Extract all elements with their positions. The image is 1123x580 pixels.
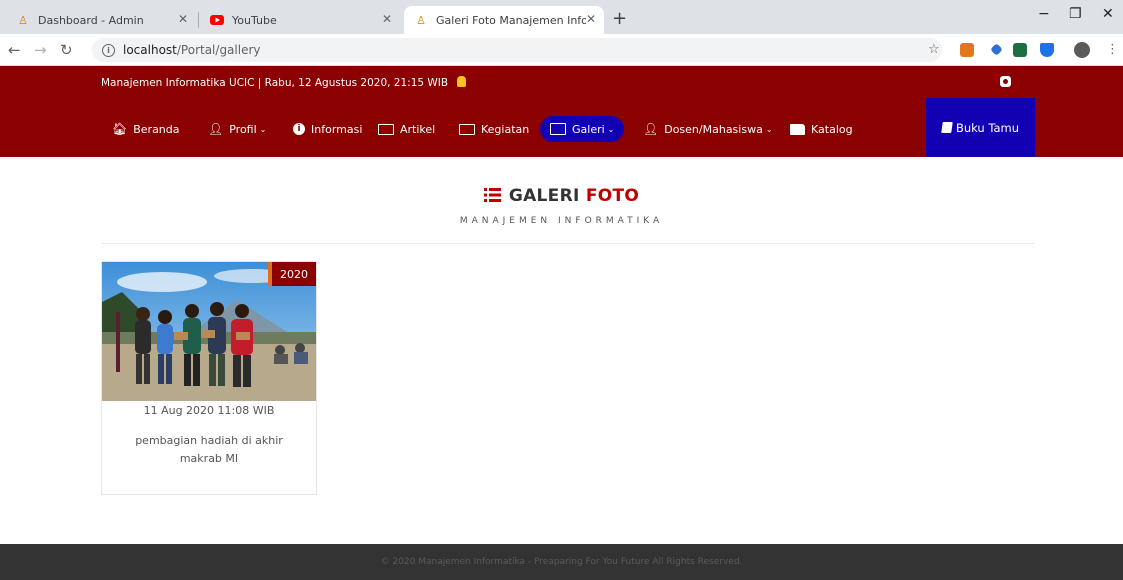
nav-label: Profil <box>229 122 257 136</box>
folder-icon <box>790 123 805 135</box>
year-badge: 2020 <box>268 262 316 286</box>
browser-tab-gallery[interactable]: ♙ Galeri Foto Manajemen Informati ✕ <box>404 6 604 34</box>
browser-tab-strip: ♙ Dashboard - Admin ✕ YouTube ✕ ♙ Galeri… <box>0 0 1123 34</box>
ethereum-extension-icon[interactable] <box>990 43 1003 56</box>
nav-item-profil[interactable]: 👤︎ Profil ⌄ <box>208 116 266 142</box>
page-title: GALERI FOTO <box>0 186 1123 206</box>
site-footer: © 2020 Manajemen Informatika - Preaparin… <box>0 544 1123 580</box>
profile-avatar-icon[interactable] <box>1074 42 1090 58</box>
browser-tab-dashboard[interactable]: ♙ Dashboard - Admin ✕ <box>6 6 196 34</box>
close-icon[interactable]: ✕ <box>382 12 392 26</box>
gallery-card[interactable]: 2020 11 Aug 2020 11:08 WIB pembagian had… <box>101 261 317 495</box>
user-icon: 👤︎ <box>643 122 659 136</box>
nav-label: Katalog <box>811 122 853 136</box>
tab-separator <box>198 12 199 28</box>
reload-icon[interactable]: ↻ <box>60 41 73 59</box>
nav-item-galeri[interactable]: Galeri ⌄ <box>540 116 625 142</box>
gallery-photo[interactable]: 2020 <box>102 262 316 401</box>
footer-text: © 2020 Manajemen Informatika - Preaparin… <box>380 557 743 567</box>
site-header: Manajemen Informatika UCIC | Rabu, 12 Ag… <box>0 66 1123 157</box>
url-host: localhost <box>123 43 177 57</box>
browser-toolbar: ← → ↻ i localhost/Portal/gallery ☆ ⋮ <box>0 34 1123 66</box>
header-info: Manajemen Informatika UCIC | Rabu, 12 Ag… <box>101 76 467 89</box>
minimize-icon[interactable]: − <box>1038 6 1050 22</box>
guestbook-button[interactable]: Buku Tamu <box>926 98 1035 157</box>
more-vertical-icon[interactable]: ⋮ <box>1106 42 1119 57</box>
close-icon[interactable]: ✕ <box>178 12 188 26</box>
excel-extension-icon[interactable] <box>1013 43 1027 57</box>
instagram-icon[interactable] <box>1000 76 1011 87</box>
nav-item-katalog[interactable]: Katalog <box>790 116 853 142</box>
nav-item-informasi[interactable]: i Informasi <box>293 116 362 142</box>
site-logo-icon: ♙ <box>416 13 426 27</box>
title-accent: FOTO <box>585 186 640 206</box>
close-icon[interactable]: ✕ <box>586 12 596 26</box>
guestbook-label: Buku Tamu <box>955 120 1020 135</box>
nav-label: Dosen/Mahasiswa <box>664 122 763 136</box>
info-icon: i <box>293 123 305 135</box>
page-heading: GALERI FOTO MANAJEMEN INFORMATIKA <box>0 186 1123 226</box>
chevron-down-icon: ⌄ <box>607 124 615 134</box>
graduation-cap-extension-icon[interactable] <box>1040 43 1054 57</box>
nav-label: Beranda <box>133 122 180 136</box>
newspaper-icon <box>378 123 394 135</box>
card-date: 11 Aug 2020 11:08 WIB <box>143 404 275 417</box>
back-arrow-icon[interactable]: ← <box>8 41 21 59</box>
page-subtitle: MANAJEMEN INFORMATIKA <box>459 216 664 226</box>
tab-title: Galeri Foto Manajemen Informati <box>436 13 586 27</box>
restore-icon[interactable]: ❐ <box>1069 6 1082 22</box>
bookmark-star-icon[interactable]: ☆ <box>928 42 940 57</box>
nav-item-kegiatan[interactable]: Kegiatan <box>459 116 529 142</box>
nav-label: Artikel <box>400 122 436 136</box>
nav-label: Galeri <box>572 122 605 136</box>
divider <box>101 243 1035 244</box>
image-icon <box>550 123 566 135</box>
book-icon <box>941 122 953 133</box>
url-path: /Portal/gallery <box>176 43 261 57</box>
info-icon[interactable]: i <box>102 43 115 57</box>
nav-label: Informasi <box>311 122 363 136</box>
card-caption[interactable]: pembagian hadiah di akhir makrab MI <box>122 432 296 468</box>
forward-arrow-icon[interactable]: → <box>34 41 47 59</box>
nav-item-beranda[interactable]: 🏠︎ Beranda <box>112 116 180 142</box>
tab-title: Dashboard - Admin <box>38 13 144 27</box>
title-main: GALERI <box>508 186 580 206</box>
user-icon <box>457 76 467 87</box>
nav-item-dosen-mahasiswa[interactable]: 👤︎ Dosen/Mahasiswa ⌄ <box>643 116 773 142</box>
header-info-text: Manajemen Informatika UCIC | Rabu, 12 Ag… <box>101 77 449 89</box>
chevron-down-icon: ⌄ <box>765 124 773 134</box>
tab-title: YouTube <box>232 13 277 27</box>
newspaper-icon <box>459 123 475 135</box>
site-logo-icon: ♙ <box>18 13 28 27</box>
nav-item-artikel[interactable]: Artikel <box>378 116 435 142</box>
home-icon: 🏠︎ <box>112 122 128 136</box>
chevron-down-icon: ⌄ <box>259 124 267 134</box>
user-icon: 👤︎ <box>208 122 224 136</box>
nav-label: Kegiatan <box>481 122 530 136</box>
list-icon <box>483 188 501 202</box>
metamask-extension-icon[interactable] <box>960 43 974 57</box>
new-tab-plus-icon[interactable]: + <box>612 10 627 28</box>
youtube-icon <box>210 13 224 27</box>
browser-tab-youtube[interactable]: YouTube ✕ <box>200 6 400 34</box>
address-bar[interactable]: i localhost/Portal/gallery <box>92 38 942 62</box>
close-window-icon[interactable]: ✕ <box>1102 6 1114 22</box>
